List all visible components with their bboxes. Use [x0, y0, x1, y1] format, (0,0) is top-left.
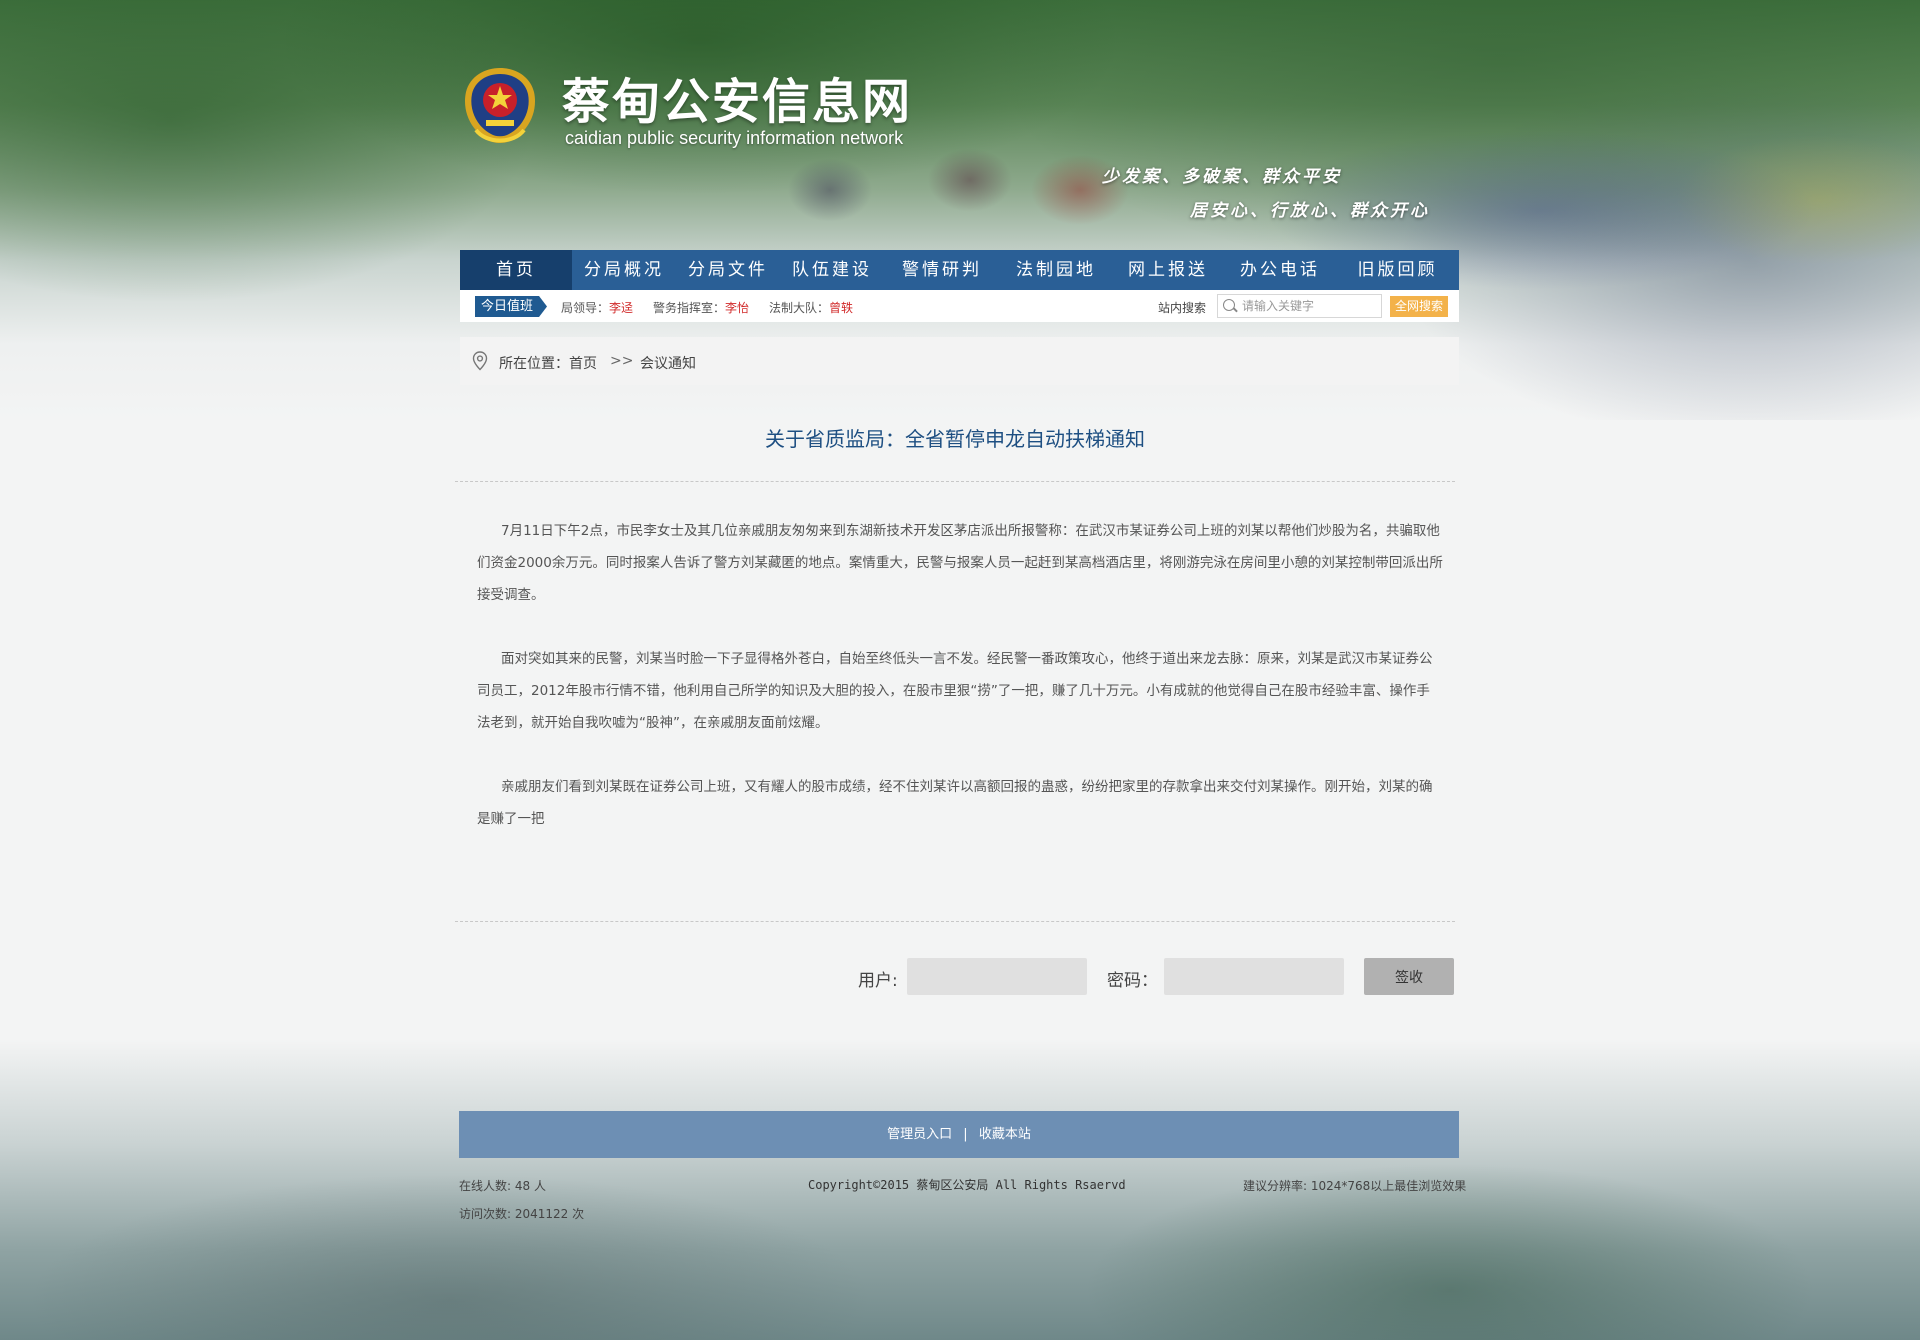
- online-count: 在线人数: 48 人: [459, 1179, 546, 1193]
- slogan-line-1: 少发案、多破案、群众平安: [1102, 167, 1342, 187]
- nav-item-phone[interactable]: 办公电话: [1224, 250, 1336, 290]
- search-icon: [1223, 299, 1235, 311]
- divider: [455, 921, 1455, 922]
- nav-item-overview[interactable]: 分局概况: [572, 250, 676, 290]
- password-field[interactable]: [1164, 958, 1344, 995]
- duty-label: 今日值班: [475, 296, 547, 317]
- sign-button[interactable]: 签收: [1364, 958, 1454, 995]
- map-pin-icon: [472, 351, 488, 371]
- visit-count: 访问次数: 2041122 次: [459, 1207, 585, 1221]
- admin-link[interactable]: 管理员入口: [887, 1127, 952, 1142]
- article-title: 关于省质监局：全省暂停申龙自动扶梯通知: [765, 427, 1145, 451]
- duty-entry-command: 警务指挥室：李怡: [653, 301, 750, 315]
- nav-item-archive[interactable]: 旧版回顾: [1336, 250, 1459, 290]
- search-input[interactable]: [1240, 296, 1379, 316]
- site-search-label: 站内搜索: [1158, 301, 1207, 315]
- article-body: 7月11日下午2点，市民李女士及其几位亲戚朋友匆匆来到东湖新技术开发区茅店派出所…: [477, 515, 1443, 867]
- article-paragraph: 7月11日下午2点，市民李女士及其几位亲戚朋友匆匆来到东湖新技术开发区茅店派出所…: [477, 523, 1443, 603]
- site-title: 蔡甸公安信息网: [562, 74, 913, 130]
- breadcrumb-current: 会议通知: [640, 356, 696, 372]
- bookmark-link[interactable]: 收藏本站: [979, 1127, 1031, 1142]
- nav-item-legal[interactable]: 法制园地: [1000, 250, 1112, 290]
- breadcrumb: 所在位置： 首页 >> 会议通知: [460, 337, 1459, 385]
- main-nav: 首页 分局概况 分局文件 队伍建设 警情研判 法制园地 网上报送 办公电话 旧版…: [460, 250, 1459, 290]
- resolution-note: 建议分辨率: 1024*768以上最佳浏览效果: [1243, 1179, 1467, 1193]
- article-paragraph: 面对突如其来的民警，刘某当时脸一下子显得格外苍白，自始至终低头一言不发。经民警一…: [477, 651, 1433, 731]
- user-field[interactable]: [907, 958, 1087, 995]
- nav-item-report[interactable]: 网上报送: [1112, 250, 1224, 290]
- slogan-line-2: 居安心、行放心、群众开心: [1190, 201, 1430, 221]
- breadcrumb-separator: >>: [610, 353, 634, 369]
- duty-bar: 今日值班 局领导：李迳 警务指挥室：李怡 法制大队：曾轶 站内搜索 全网搜索: [460, 290, 1459, 322]
- breadcrumb-home-link[interactable]: 首页: [569, 353, 597, 373]
- password-label: 密码：: [1107, 971, 1158, 991]
- article-paragraph: 亲戚朋友们看到刘某既在证券公司上班，又有耀人的股市成绩，经不住刘某许以高额回报的…: [477, 779, 1433, 827]
- footer-divider: |: [963, 1127, 968, 1142]
- divider: [455, 481, 1455, 482]
- site-subtitle: caidian public security information netw…: [565, 128, 904, 148]
- copyright: Copyright©2015 蔡甸区公安局 All Rights Rsaervd: [808, 1178, 1126, 1192]
- search-box: [1217, 294, 1382, 318]
- nav-item-analysis[interactable]: 警情研判: [884, 250, 1000, 290]
- police-emblem-icon: [464, 68, 536, 143]
- nav-item-home[interactable]: 首页: [460, 250, 572, 290]
- duty-entry-leader: 局领导：李迳: [561, 301, 634, 315]
- footer-bar: 管理员入口 | 收藏本站: [459, 1111, 1459, 1158]
- breadcrumb-label: 所在位置：: [499, 356, 569, 372]
- search-all-button[interactable]: 全网搜索: [1390, 296, 1448, 317]
- nav-item-team[interactable]: 队伍建设: [780, 250, 884, 290]
- duty-entry-legal: 法制大队：曾轶: [769, 301, 854, 315]
- nav-item-documents[interactable]: 分局文件: [676, 250, 780, 290]
- user-label: 用户:: [858, 971, 898, 991]
